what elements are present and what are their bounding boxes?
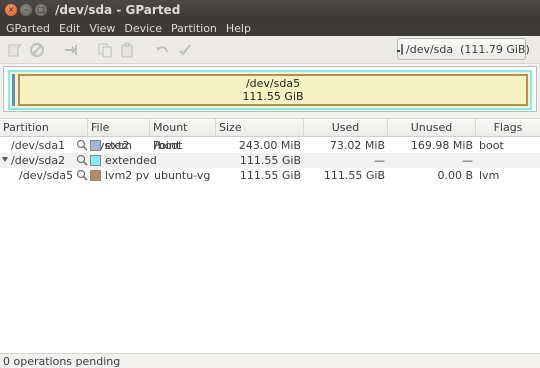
visual-partition-size: 111.55 GiB <box>242 90 304 103</box>
table-row[interactable]: /dev/sda1 ext2 /boot 243.00 MiB 73.02 Mi… <box>0 138 540 153</box>
header-flags[interactable]: Flags <box>476 119 540 137</box>
new-partition-icon[interactable] <box>6 41 24 59</box>
magnifier-icon[interactable] <box>76 154 88 166</box>
device-selector-label: /dev/sda (111.79 GiB) <box>406 42 530 56</box>
table-row[interactable]: /dev/sda5 lvm2 pv ubuntu-vg 111.55 GiB 1… <box>0 168 540 183</box>
header-size[interactable]: Size <box>216 119 304 137</box>
header-mount-point[interactable]: Mount Point <box>150 119 216 152</box>
visual-partition-name: /dev/sda5 <box>245 77 301 90</box>
sda5-partition-block[interactable]: /dev/sda5 111.55 GiB <box>18 74 528 106</box>
undo-icon[interactable] <box>153 41 171 59</box>
used-cell: 111.55 GiB <box>323 169 385 182</box>
magnifier-icon[interactable] <box>76 169 88 181</box>
menu-partition[interactable]: Partition <box>171 22 217 35</box>
menu-bar: GParted Edit View Device Partition Help <box>0 20 540 36</box>
table-header: Partition File System Mount Point Size U… <box>0 119 540 152</box>
magnifier-icon[interactable] <box>76 139 88 151</box>
header-file-system[interactable]: File System <box>88 119 150 152</box>
header-unused[interactable]: Unused <box>388 119 476 137</box>
used-cell: 73.02 MiB <box>329 139 385 152</box>
resize-move-icon[interactable] <box>62 41 80 59</box>
partition-cell: /dev/sda1 <box>11 139 66 152</box>
apply-icon[interactable] <box>176 41 194 59</box>
copy-icon[interactable] <box>96 41 114 59</box>
mount-point-cell: /boot <box>154 139 183 152</box>
filesystem-cell: lvm2 pv <box>105 169 150 182</box>
menu-edit[interactable]: Edit <box>59 22 80 35</box>
header-used[interactable]: Used <box>304 119 388 137</box>
filesystem-cell: ext2 <box>105 139 130 152</box>
drive-icon <box>397 43 403 55</box>
minimize-window-button[interactable]: – <box>20 4 32 16</box>
close-window-button[interactable]: × <box>5 4 17 16</box>
partition-cell: /dev/sda5 <box>19 169 74 182</box>
expander-arrow-icon[interactable] <box>2 157 8 162</box>
flags-cell: boot <box>479 139 504 152</box>
used-cell: — <box>374 154 385 167</box>
partition-table: Partition File System Mount Point Size U… <box>0 118 540 353</box>
partition-visual: /dev/sda5 111.55 GiB <box>3 66 537 112</box>
partition-cell: /dev/sda2 <box>11 154 66 167</box>
filesystem-color-swatch <box>90 140 101 151</box>
mount-point-cell: ubuntu-vg <box>154 169 211 182</box>
delete-icon[interactable] <box>28 41 46 59</box>
status-text: 0 operations pending <box>3 355 121 368</box>
paste-icon[interactable] <box>118 41 136 59</box>
size-cell: 111.55 GiB <box>239 169 301 182</box>
maximize-window-button[interactable]: □ <box>35 4 47 16</box>
selection-indicator <box>12 74 15 106</box>
menu-gparted[interactable]: GParted <box>6 22 50 35</box>
device-selector[interactable]: /dev/sda (111.79 GiB) <box>397 38 530 60</box>
unused-cell: — <box>462 154 473 167</box>
menu-view[interactable]: View <box>89 22 115 35</box>
table-row[interactable]: /dev/sda2 extended 111.55 GiB — — <box>0 153 540 168</box>
filesystem-cell: extended <box>105 154 157 167</box>
header-partition[interactable]: Partition <box>0 119 88 137</box>
status-bar: 0 operations pending <box>0 353 540 368</box>
title-bar: × – □ /dev/sda - GParted <box>0 0 540 20</box>
menu-device[interactable]: Device <box>124 22 162 35</box>
window-title: /dev/sda - GParted <box>55 3 181 17</box>
unused-cell: 0.00 B <box>437 169 473 182</box>
size-cell: 243.00 MiB <box>238 139 301 152</box>
size-cell: 111.55 GiB <box>239 154 301 167</box>
extended-partition-block[interactable]: /dev/sda5 111.55 GiB <box>8 70 532 110</box>
filesystem-color-swatch <box>90 155 101 166</box>
flags-cell: lvm <box>479 169 500 182</box>
unused-cell: 169.98 MiB <box>410 139 473 152</box>
filesystem-color-swatch <box>90 170 101 181</box>
menu-help[interactable]: Help <box>226 22 251 35</box>
